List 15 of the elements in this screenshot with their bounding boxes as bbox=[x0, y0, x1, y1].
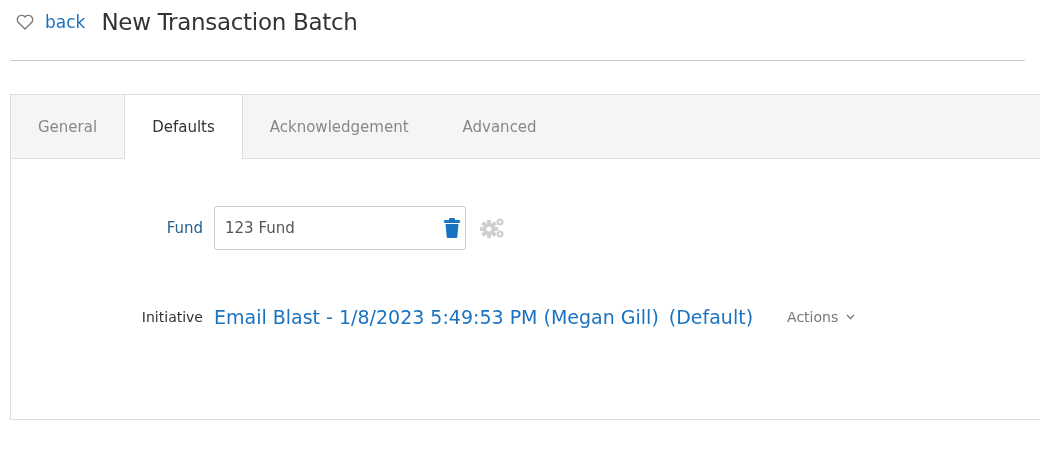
heart-icon[interactable] bbox=[16, 14, 34, 30]
tab[interactable]: Defaults bbox=[124, 95, 243, 159]
tab[interactable]: General bbox=[11, 95, 125, 158]
field-label: Initiative bbox=[140, 309, 203, 325]
fund-field[interactable]: 123 Fund bbox=[214, 206, 466, 250]
default-label: (Default) bbox=[668, 306, 754, 328]
chevron-down-icon bbox=[846, 314, 856, 320]
trash-icon[interactable] bbox=[444, 218, 460, 238]
initiative-link[interactable]: Email Blast - 1/8/2023 5:49:53 PM (Megan Gill) bbox=[214, 306, 659, 328]
tab[interactable]: Advanced bbox=[435, 95, 564, 158]
back-link[interactable]: back bbox=[45, 12, 86, 32]
tab[interactable]: Acknowledgement bbox=[242, 95, 436, 158]
field-label: Fund bbox=[165, 219, 203, 237]
actions-dropdown[interactable]: Actions bbox=[787, 309, 856, 325]
page-title: New Transaction Batch bbox=[101, 9, 358, 35]
